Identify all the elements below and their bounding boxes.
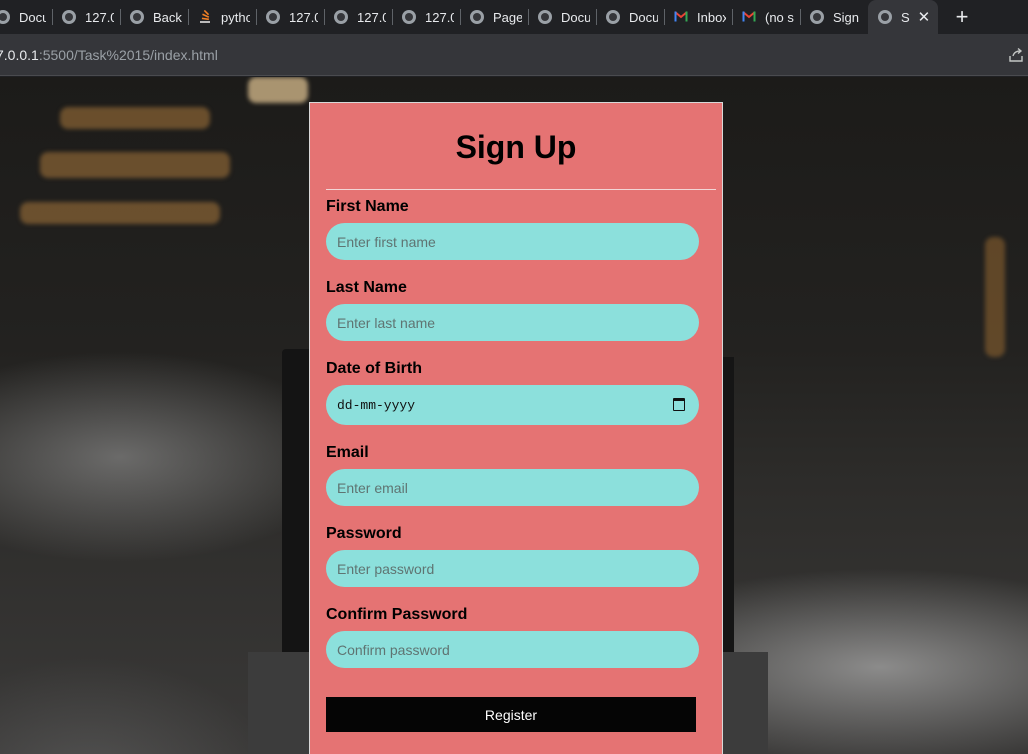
tab-127-3[interactable]: 127.0 — [334, 0, 386, 34]
background-light — [60, 107, 210, 129]
tab-separator — [460, 9, 461, 25]
calendar-icon[interactable] — [673, 398, 685, 411]
tab-separator — [596, 9, 597, 25]
signup-form: Sign Up First Name Last Name Date of Bir… — [309, 102, 723, 754]
tab-separator — [324, 9, 325, 25]
globe-icon — [538, 10, 552, 24]
tab-strip: Docu 127.0 Backe pytho 127.0 127.0 127.0… — [0, 0, 1028, 34]
globe-icon — [130, 10, 144, 24]
url-host: 7.0.0.1 — [0, 47, 39, 63]
tab-inbox[interactable]: Inbox — [674, 0, 726, 34]
tab-docu-2[interactable]: Docu — [538, 0, 590, 34]
stackoverflow-icon — [198, 9, 212, 24]
globe-icon — [878, 10, 892, 24]
tab-sign-in[interactable]: Sign I — [810, 0, 862, 34]
register-button[interactable]: Register — [326, 697, 696, 732]
gmail-icon — [674, 10, 688, 24]
tab-label: Inbox — [697, 9, 726, 25]
first-name-label: First Name — [326, 198, 409, 215]
email-input[interactable] — [326, 469, 699, 506]
globe-icon — [0, 10, 10, 24]
tab-127-2[interactable]: 127.0 — [266, 0, 318, 34]
tab-backend[interactable]: Backe — [130, 0, 182, 34]
tab-docu-1[interactable]: Docu — [0, 0, 46, 34]
tab-no-subject[interactable]: (no su — [742, 0, 794, 34]
laptop-screen-edge — [282, 349, 312, 659]
tab-separator — [52, 9, 53, 25]
tab-separator — [188, 9, 189, 25]
tab-separator — [120, 9, 121, 25]
globe-icon — [334, 10, 348, 24]
email-label: Email — [326, 444, 369, 461]
tab-label: Docu — [19, 9, 46, 25]
background-light — [20, 202, 220, 224]
divider — [326, 189, 716, 190]
globe-icon — [62, 10, 76, 24]
globe-icon — [470, 10, 484, 24]
tab-separator — [732, 9, 733, 25]
tab-page[interactable]: Page — [470, 0, 522, 34]
tab-label: pytho — [221, 9, 250, 25]
tab-label: Page — [493, 9, 522, 25]
tab-separator — [392, 9, 393, 25]
confirm-password-input[interactable] — [326, 631, 699, 668]
last-name-label: Last Name — [326, 279, 407, 296]
confirm-password-label: Confirm Password — [326, 606, 468, 623]
tab-separator — [664, 9, 665, 25]
new-tab-button[interactable]: + — [950, 4, 974, 30]
tab-label: Docu — [561, 9, 590, 25]
address-bar: 7.0.0.1:5500/Task%2015/index.html — [0, 34, 1028, 76]
dob-label: Date of Birth — [326, 360, 422, 377]
form-title: Sign Up — [455, 129, 577, 165]
background-light — [248, 77, 308, 103]
globe-icon — [266, 10, 280, 24]
tab-label: S — [901, 9, 910, 25]
tab-label: 127.0 — [289, 9, 318, 25]
dob-value: dd-mm-yyyy — [337, 398, 416, 413]
tab-separator — [256, 9, 257, 25]
share-icon[interactable] — [1008, 47, 1024, 63]
tab-127-4[interactable]: 127.0 — [402, 0, 454, 34]
password-input[interactable] — [326, 550, 699, 587]
last-name-input[interactable] — [326, 304, 699, 341]
tab-label: 127.0 — [357, 9, 386, 25]
tab-separator — [800, 9, 801, 25]
tab-label: 127.0 — [85, 9, 114, 25]
globe-icon — [402, 10, 416, 24]
globe-icon — [810, 10, 824, 24]
first-name-input[interactable] — [326, 223, 699, 260]
tab-127-1[interactable]: 127.0 — [62, 0, 114, 34]
dob-input[interactable]: dd-mm-yyyy — [326, 385, 699, 425]
tab-label: Backe — [153, 9, 182, 25]
tab-python[interactable]: pytho — [198, 0, 250, 34]
tab-label: Docu — [629, 9, 658, 25]
close-icon[interactable]: ✕ — [918, 8, 931, 26]
tab-label: Sign I — [833, 9, 862, 25]
globe-icon — [606, 10, 620, 24]
gmail-icon — [742, 10, 756, 24]
url-field[interactable]: 7.0.0.1:5500/Task%2015/index.html — [0, 47, 218, 63]
tab-active-sign-up[interactable]: S ✕ — [868, 0, 938, 34]
tab-docu-3[interactable]: Docu — [606, 0, 658, 34]
tab-separator — [528, 9, 529, 25]
password-label: Password — [326, 525, 402, 542]
background-light — [40, 152, 230, 178]
tab-label: (no su — [765, 9, 794, 25]
url-path: :5500/Task%2015/index.html — [38, 47, 218, 63]
tab-label: 127.0 — [425, 9, 454, 25]
background-light — [985, 237, 1005, 357]
